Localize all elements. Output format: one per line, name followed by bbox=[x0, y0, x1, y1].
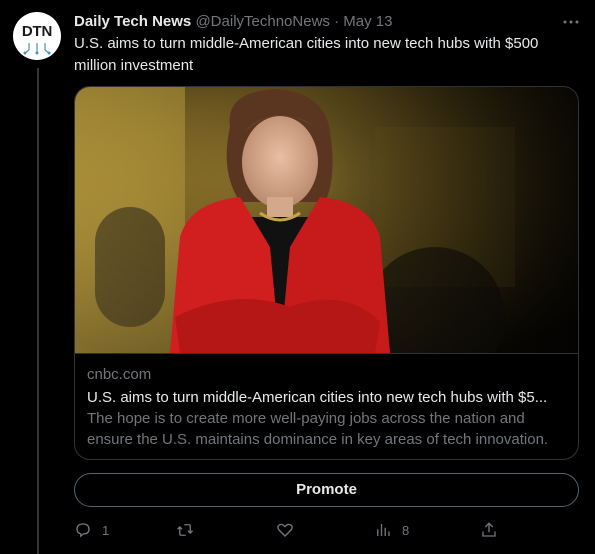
link-card[interactable]: cnbc.com U.S. aims to turn middle-Americ… bbox=[74, 86, 579, 460]
like-icon bbox=[277, 523, 293, 537]
card-title: U.S. aims to turn middle-American cities… bbox=[87, 389, 548, 406]
action-bar: 1 8 bbox=[74, 518, 579, 542]
more-icon[interactable] bbox=[561, 12, 581, 32]
card-domain: cnbc.com bbox=[87, 366, 152, 383]
author-name[interactable]: Daily Tech News bbox=[74, 13, 191, 30]
views-icon bbox=[377, 524, 390, 536]
views-action[interactable]: 8 bbox=[374, 518, 409, 542]
card-image bbox=[75, 87, 578, 353]
retweet-icon bbox=[177, 524, 193, 536]
card-description: The hope is to create more well-paying j… bbox=[87, 410, 549, 448]
share-icon bbox=[482, 522, 496, 537]
views-count: 8 bbox=[402, 522, 410, 538]
thread-line bbox=[37, 68, 39, 554]
avatar[interactable]: DTN bbox=[13, 12, 61, 60]
tweet-header: Daily Tech News @DailyTechnoNews · May 1… bbox=[74, 12, 544, 32]
tweet-date[interactable]: May 13 bbox=[343, 13, 392, 30]
tweet-text: U.S. aims to turn middle-American cities… bbox=[74, 35, 539, 74]
promote-button[interactable]: Promote bbox=[74, 473, 579, 507]
share-action[interactable] bbox=[480, 518, 498, 542]
tweet[interactable]: DTN Daily Tech News @DailyTechnoNews · M… bbox=[0, 0, 595, 554]
reply-icon bbox=[76, 523, 90, 538]
retweet-action[interactable] bbox=[176, 518, 204, 542]
like-action[interactable] bbox=[276, 518, 304, 542]
meta-separator: · bbox=[334, 13, 340, 30]
avatar-text: DTN bbox=[21, 23, 53, 40]
reply-count: 1 bbox=[102, 522, 110, 538]
author-handle[interactable]: @DailyTechnoNews bbox=[195, 13, 329, 30]
reply-action[interactable]: 1 bbox=[74, 518, 109, 542]
card-body: cnbc.com U.S. aims to turn middle-Americ… bbox=[75, 353, 578, 459]
